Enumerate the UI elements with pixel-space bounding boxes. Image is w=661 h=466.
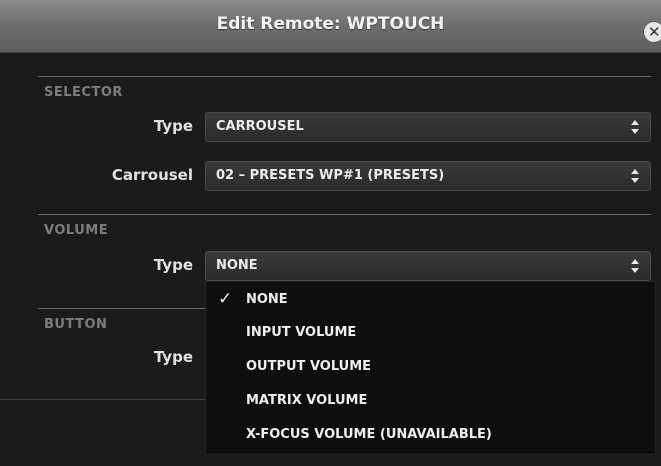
- volume-type-label: Type: [153, 256, 193, 274]
- volume-divider: [38, 214, 651, 215]
- selector-type-label: Type: [153, 117, 193, 135]
- dropdown-option-output-volume[interactable]: OUTPUT VOLUME: [246, 359, 371, 374]
- close-icon: ✕: [648, 23, 661, 41]
- volume-type-value: NONE: [216, 258, 258, 273]
- volume-type-select[interactable]: NONE: [205, 251, 651, 281]
- close-button[interactable]: ✕: [643, 21, 661, 43]
- button-divider: [38, 308, 205, 309]
- updown-arrows-icon: [631, 169, 639, 183]
- selector-section-label: SELECTOR: [44, 85, 123, 100]
- selector-type-value: CARROUSEL: [216, 119, 304, 134]
- carrousel-label: Carrousel: [111, 166, 193, 184]
- edit-remote-dialog: Edit Remote: WPTOUCH ✕ SELECTOR Type CAR…: [0, 0, 661, 466]
- bottom-divider: [0, 399, 205, 400]
- volume-type-dropdown-menu[interactable]: ✓ NONE INPUT VOLUME OUTPUT VOLUME MATRIX…: [205, 281, 656, 455]
- dropdown-option-matrix-volume[interactable]: MATRIX VOLUME: [246, 393, 367, 408]
- dropdown-option-input-volume[interactable]: INPUT VOLUME: [246, 325, 356, 340]
- checkmark-icon: ✓: [218, 289, 233, 309]
- carrousel-value: 02 – PRESETS WP#1 (PRESETS): [216, 168, 445, 183]
- dialog-title: Edit Remote: WPTOUCH: [216, 14, 445, 34]
- updown-arrows-icon: [631, 259, 639, 273]
- selector-type-select[interactable]: CARROUSEL: [205, 112, 651, 142]
- selector-divider: [38, 76, 651, 77]
- volume-section-label: VOLUME: [44, 223, 109, 238]
- button-type-label: Type: [153, 348, 193, 366]
- dropdown-option-x-focus-volume[interactable]: X-FOCUS VOLUME (UNAVAILABLE): [246, 427, 492, 442]
- carrousel-select[interactable]: 02 – PRESETS WP#1 (PRESETS): [205, 161, 651, 191]
- title-bar[interactable]: Edit Remote: WPTOUCH ✕: [0, 0, 661, 53]
- button-section-label: BUTTON: [44, 317, 108, 332]
- dropdown-option-none[interactable]: NONE: [246, 292, 288, 307]
- updown-arrows-icon: [631, 120, 639, 134]
